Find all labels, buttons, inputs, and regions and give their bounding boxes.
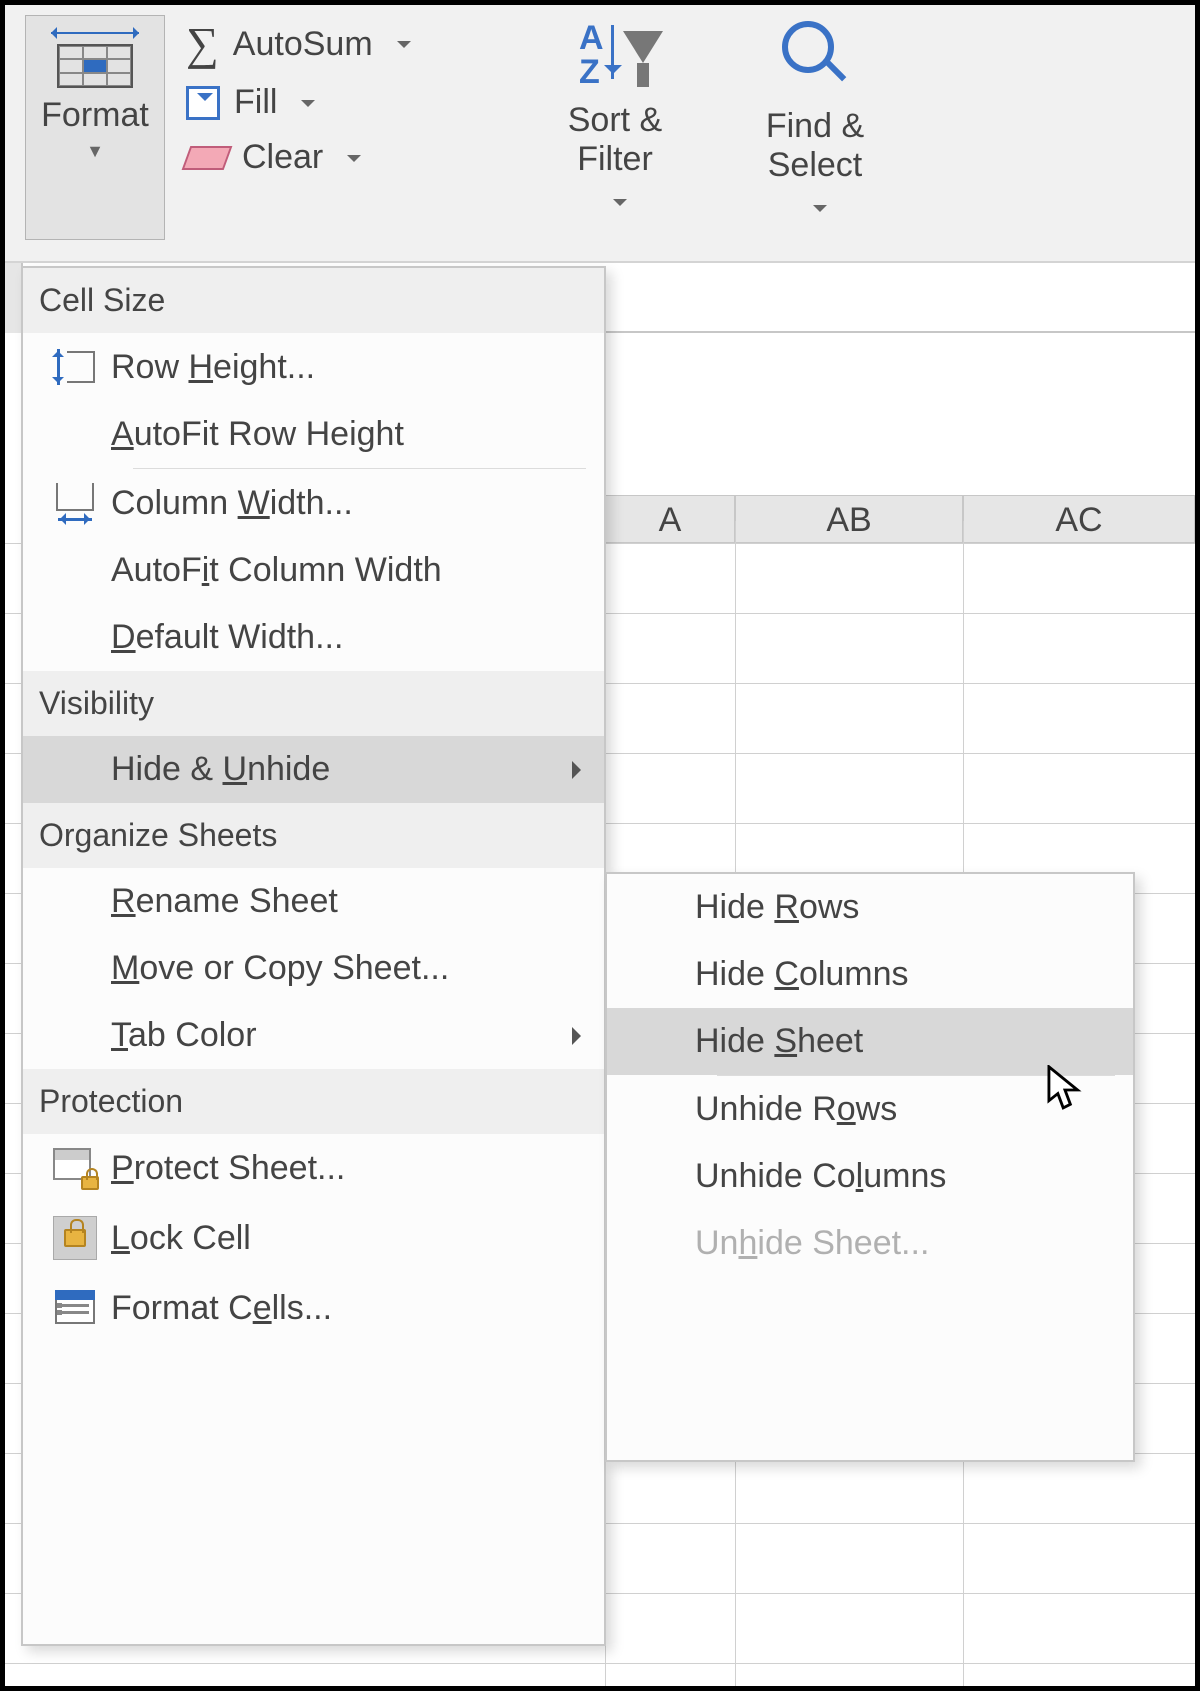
chevron-right-icon	[572, 761, 590, 779]
section-protection: Protection	[23, 1069, 604, 1134]
sort-label-1: Sort &	[535, 101, 695, 140]
menu-autofit-col-label: AutoFit Column Width	[111, 551, 590, 590]
editing-group: ∑ AutoSum Fill Clear	[180, 5, 510, 263]
sort-filter-icon: AZ	[575, 19, 655, 91]
sort-label-2: Filter	[535, 140, 695, 179]
menu-autofit-row[interactable]: AutoFit Row Height	[23, 401, 604, 468]
submenu-unhide-rows[interactable]: Unhide Rows	[607, 1076, 1133, 1143]
chevron-right-icon	[572, 1027, 590, 1045]
format-button[interactable]: Format ▼	[25, 15, 165, 240]
fill-icon	[186, 86, 220, 120]
format-icon	[51, 28, 139, 90]
menu-row-height[interactable]: Row Height...	[23, 333, 604, 401]
menu-lock-cell[interactable]: Lock Cell	[23, 1202, 604, 1274]
submenu-unhide-sheet-label: Unhide Sheet...	[695, 1224, 1119, 1263]
section-organize: Organize Sheets	[23, 803, 604, 868]
app-frame: Format ▼ ∑ AutoSum Fill Clear AZ Sort &	[0, 0, 1200, 1691]
magnifier-icon	[776, 19, 854, 97]
fill-button[interactable]: Fill	[180, 75, 510, 130]
submenu-unhide-rows-label: Unhide Rows	[695, 1090, 1119, 1129]
lock-cell-icon	[53, 1216, 97, 1260]
menu-move-copy-label: Move or Copy Sheet...	[111, 949, 590, 988]
find-select-button[interactable]: Find & Select	[725, 19, 905, 224]
hide-unhide-submenu: Hide Rows Hide Columns Hide Sheet Unhide…	[605, 872, 1135, 1462]
eraser-icon	[182, 146, 233, 170]
find-label-1: Find &	[725, 107, 905, 146]
menu-format-cells[interactable]: Format Cells...	[23, 1274, 604, 1342]
clear-label: Clear	[242, 138, 323, 177]
menu-row-height-label: Row Height...	[111, 348, 590, 387]
fill-label: Fill	[234, 83, 277, 122]
menu-hide-unhide-label: Hide & Unhide	[111, 750, 572, 789]
menu-col-width-label: Column Width...	[111, 484, 590, 523]
menu-rename-sheet[interactable]: Rename Sheet	[23, 868, 604, 935]
format-menu: Cell Size Row Height... AutoFit Row Heig…	[21, 266, 606, 1646]
protect-sheet-icon	[53, 1148, 97, 1188]
menu-rename-sheet-label: Rename Sheet	[111, 882, 590, 921]
menu-lock-cell-label: Lock Cell	[111, 1219, 590, 1258]
menu-default-width[interactable]: Default Width...	[23, 604, 604, 671]
menu-format-cells-label: Format Cells...	[111, 1289, 590, 1328]
ribbon-strip: Format ▼ ∑ AutoSum Fill Clear AZ Sort &	[5, 5, 1195, 263]
format-cells-icon	[53, 1288, 97, 1328]
submenu-hide-sheet[interactable]: Hide Sheet	[607, 1008, 1133, 1075]
submenu-hide-cols-label: Hide Columns	[695, 955, 1119, 994]
format-label: Format	[26, 96, 164, 135]
row-height-icon	[55, 347, 95, 387]
menu-default-width-label: Default Width...	[111, 618, 590, 657]
submenu-hide-sheet-label: Hide Sheet	[695, 1022, 1119, 1061]
submenu-hide-cols[interactable]: Hide Columns	[607, 941, 1133, 1008]
submenu-unhide-cols[interactable]: Unhide Columns	[607, 1143, 1133, 1210]
submenu-unhide-cols-label: Unhide Columns	[695, 1157, 1119, 1196]
menu-autofit-col[interactable]: AutoFit Column Width	[23, 537, 604, 604]
menu-protect-sheet[interactable]: Protect Sheet...	[23, 1134, 604, 1202]
submenu-unhide-sheet: Unhide Sheet...	[607, 1210, 1133, 1277]
format-dropdown-caret: ▼	[26, 141, 164, 162]
menu-move-copy[interactable]: Move or Copy Sheet...	[23, 935, 604, 1002]
menu-tab-color[interactable]: Tab Color	[23, 1002, 604, 1069]
menu-col-width[interactable]: Column Width...	[23, 469, 604, 537]
autosum-label: AutoSum	[233, 25, 373, 64]
menu-tab-color-label: Tab Color	[111, 1016, 572, 1055]
sort-filter-button[interactable]: AZ Sort & Filter	[535, 19, 695, 218]
find-label-2: Select	[725, 146, 905, 185]
menu-hide-unhide[interactable]: Hide & Unhide	[23, 736, 604, 803]
autosum-button[interactable]: ∑ AutoSum	[180, 13, 510, 75]
menu-autofit-row-label: AutoFit Row Height	[111, 415, 590, 454]
section-visibility: Visibility	[23, 671, 604, 736]
clear-button[interactable]: Clear	[180, 130, 510, 185]
section-cell-size: Cell Size	[23, 268, 604, 333]
submenu-hide-rows[interactable]: Hide Rows	[607, 874, 1133, 941]
menu-protect-sheet-label: Protect Sheet...	[111, 1149, 590, 1188]
col-width-icon	[52, 483, 98, 523]
sigma-icon: ∑	[186, 21, 219, 67]
submenu-hide-rows-label: Hide Rows	[695, 888, 1119, 927]
